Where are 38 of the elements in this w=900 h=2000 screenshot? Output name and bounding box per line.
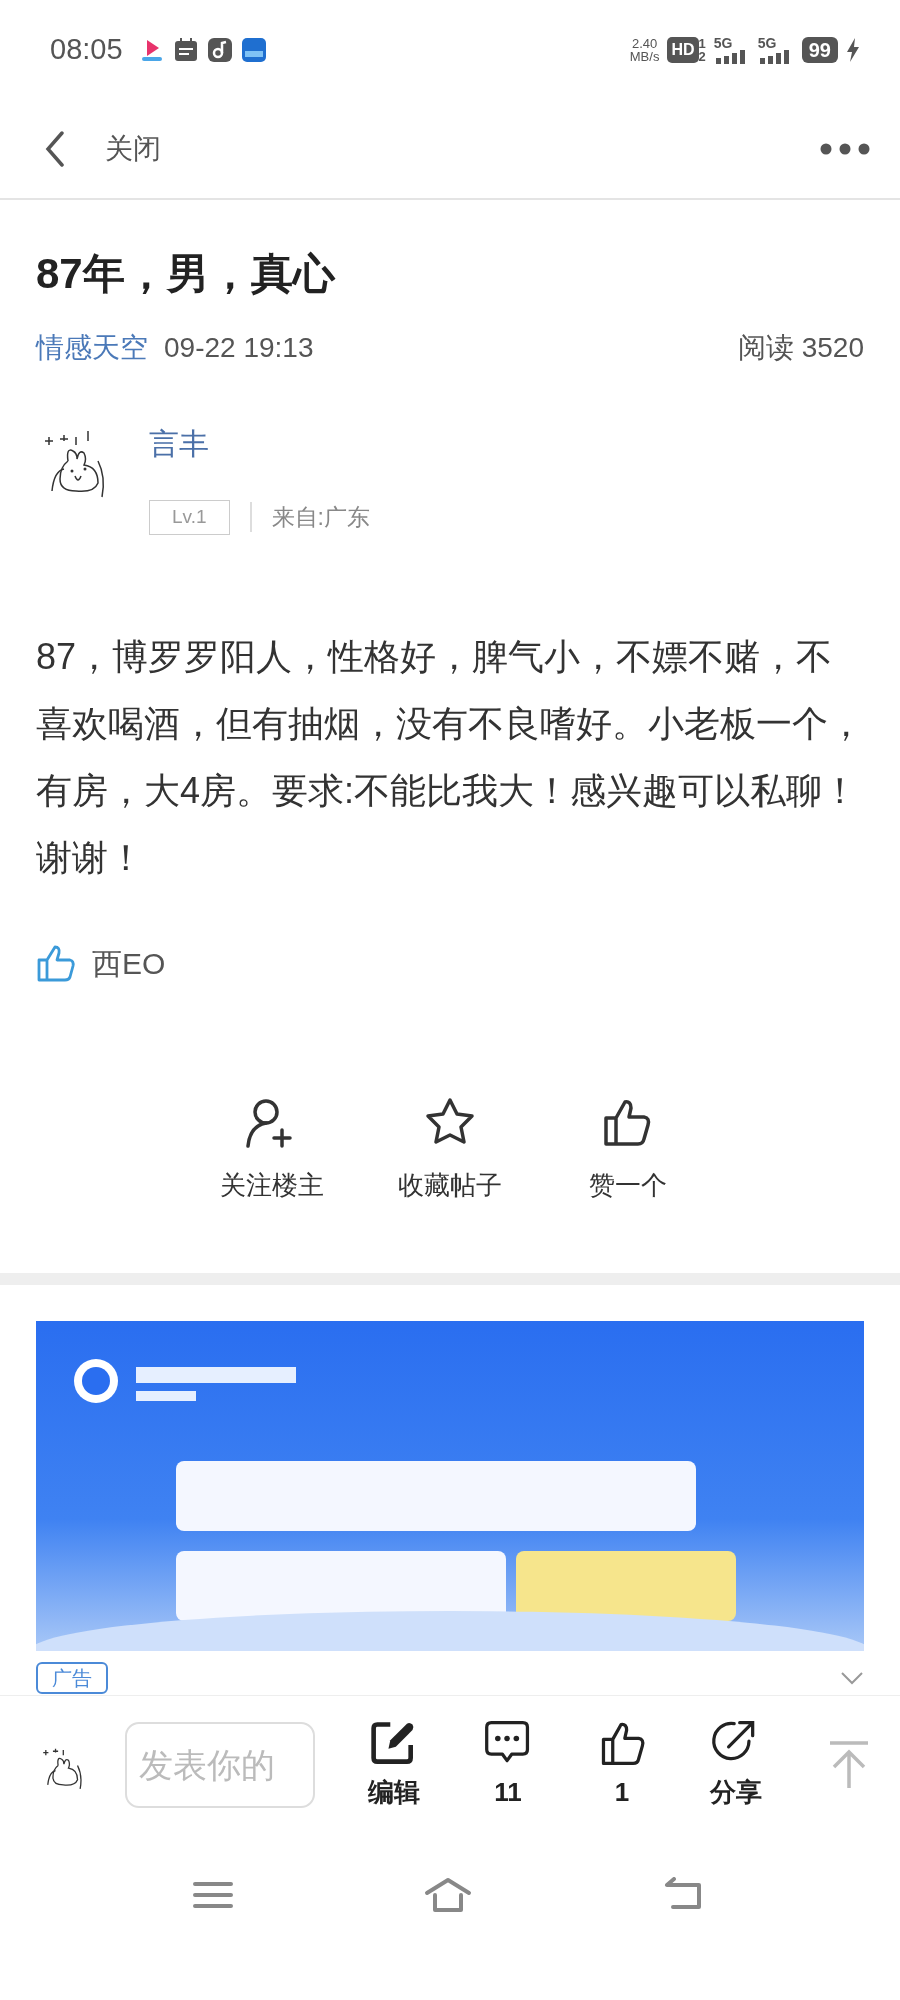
toolbar-button[interactable]: 1 — [567, 1718, 677, 1812]
music-note-icon — [206, 37, 233, 63]
close-link[interactable]: 关闭 — [105, 128, 161, 170]
location-text: 来自:广东 — [271, 503, 370, 532]
clock: 08:05 — [50, 32, 123, 68]
action-button[interactable]: 赞一个 — [568, 1095, 688, 1205]
ad-label: 广告 — [36, 1661, 108, 1694]
post-title: 87年，男，真心 — [36, 249, 337, 299]
battery-level: 99 — [801, 37, 838, 63]
post-time: 09-22 19:13 — [164, 331, 314, 365]
toolbar-button[interactable]: 分享 — [681, 1718, 791, 1812]
read-count: 阅读 3520 — [737, 331, 864, 365]
more-icon[interactable] — [820, 143, 870, 155]
scroll-top-icon[interactable] — [828, 1740, 870, 1790]
hd-voice-label: HD — [667, 37, 699, 63]
network-type: 5G — [757, 36, 778, 50]
menu-icon[interactable] — [193, 1879, 233, 1910]
speed-unit: MB/s — [629, 50, 660, 63]
close-icon[interactable] — [840, 1670, 864, 1685]
calendar-icon — [172, 37, 199, 63]
post-body: 87，博罗罗阳人，性格好，脾气小，不嫖不赌，不喜欢喝酒，但有抽烟，没有不良嗜好。小老板一个，有房，大4房。要求:不能比我大！感兴趣可以私聊！谢谢！ — [36, 634, 864, 880]
home-icon[interactable] — [423, 1876, 473, 1913]
app-icon — [240, 37, 267, 63]
sim-slot-label: 2 — [698, 50, 706, 63]
author-name[interactable]: 言丰 — [149, 421, 370, 466]
comment-field[interactable]: 发表你的 — [125, 1722, 315, 1808]
liker-name[interactable]: 西EO — [92, 940, 166, 986]
action-button[interactable]: 收藏帖子 — [390, 1095, 510, 1205]
toolbar-button[interactable]: 11 — [453, 1718, 563, 1812]
network-speed: 2.40 — [630, 37, 659, 50]
sim-slot-label: 1 — [698, 37, 706, 50]
back-icon[interactable] — [45, 131, 65, 167]
forum-link[interactable]: 情感天空 — [36, 327, 148, 369]
network-type: 5G — [713, 36, 734, 50]
level-badge: Lv.1 — [149, 500, 230, 535]
thumbs-up-icon — [36, 944, 76, 982]
action-button[interactable]: 关注楼主 — [212, 1095, 332, 1205]
toolbar-button[interactable]: 编辑 — [339, 1718, 449, 1812]
